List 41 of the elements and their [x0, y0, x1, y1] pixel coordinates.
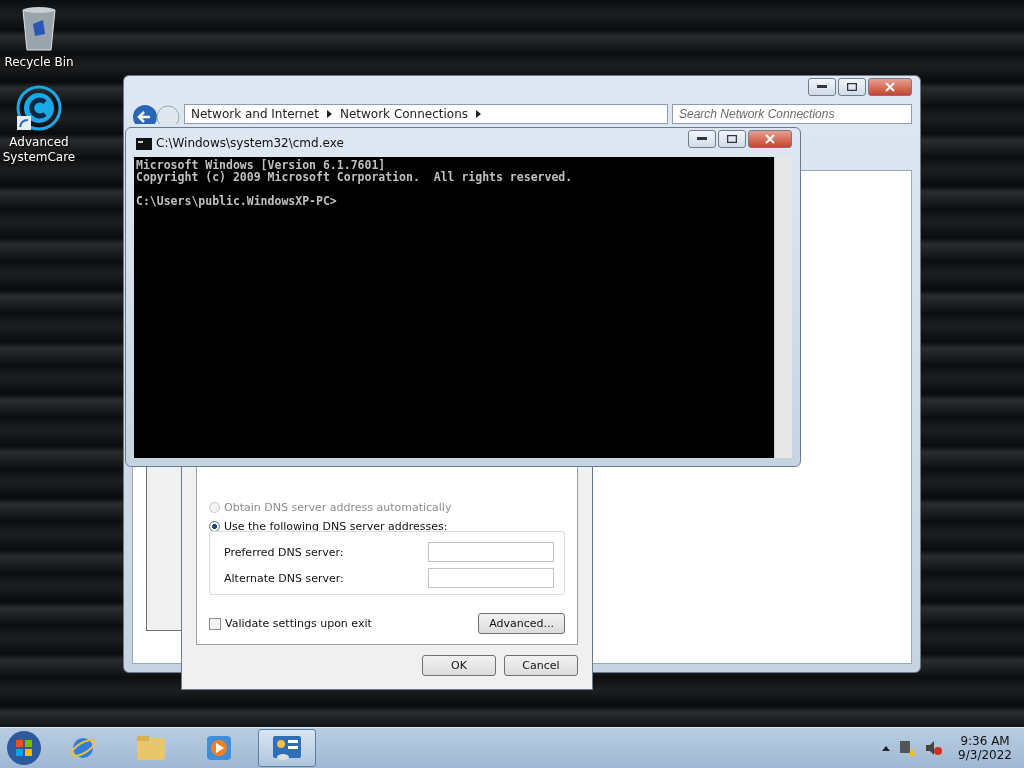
window-title: C:\Windows\system32\cmd.exe [156, 136, 344, 150]
recycle-bin-icon [21, 6, 57, 52]
search-field[interactable]: Search Network Connections [672, 104, 912, 124]
control-panel-icon [271, 734, 303, 762]
back-icon[interactable] [132, 104, 180, 124]
maximize-button[interactable] [718, 130, 746, 148]
field-label: Preferred DNS server: [224, 545, 344, 559]
c-logo-icon [15, 84, 63, 132]
maximize-icon [727, 135, 737, 143]
desktop-icon-label[interactable]: Recycle Bin [4, 55, 74, 70]
close-icon [765, 134, 775, 144]
desktop-icon-label[interactable]: Advanced SystemCare [0, 135, 78, 165]
taskbar-app-button[interactable] [258, 729, 316, 767]
start-button[interactable] [4, 730, 44, 766]
minimize-icon [697, 137, 707, 141]
ip-address-field[interactable] [428, 542, 554, 562]
folder-icon [136, 735, 166, 761]
scrollbar[interactable] [774, 157, 792, 458]
caret-icon[interactable] [882, 745, 891, 751]
muted-speaker-icon[interactable] [924, 739, 943, 757]
play-icon [206, 735, 232, 761]
clock[interactable]: 9:36 AM 9/3/2022 [950, 734, 1020, 762]
close-button[interactable] [748, 130, 792, 148]
network-warning-icon[interactable] [898, 739, 917, 757]
maximize-icon [847, 83, 857, 91]
console-output: Microsoft Windows [Version 6.1.7601] Copyright (c) 2009 Microsoft Corporation. All rights reserved. C:\Users\public.WindowsXP-PC> [135, 157, 574, 210]
radio-option[interactable]: Use the following DNS server addresses: [209, 520, 565, 533]
ip-address-field[interactable] [428, 568, 554, 588]
field-label: Alternate DNS server: [224, 571, 344, 585]
advanced-button[interactable]: Advanced... [478, 613, 565, 634]
maximize-button[interactable] [838, 78, 866, 96]
console-icon [136, 138, 152, 150]
minimize-button[interactable] [688, 130, 716, 148]
validate-checkbox[interactable]: Validate settings upon exit [209, 617, 372, 630]
dialog-button[interactable]: Cancel [504, 655, 578, 676]
close-button[interactable] [868, 78, 912, 96]
minimize-icon [817, 85, 827, 89]
minimize-button[interactable] [808, 78, 836, 96]
close-icon [885, 82, 895, 92]
dialog-button[interactable]: OK [422, 655, 496, 676]
address-bar[interactable]: Network and Internet Network Connections [184, 104, 668, 124]
